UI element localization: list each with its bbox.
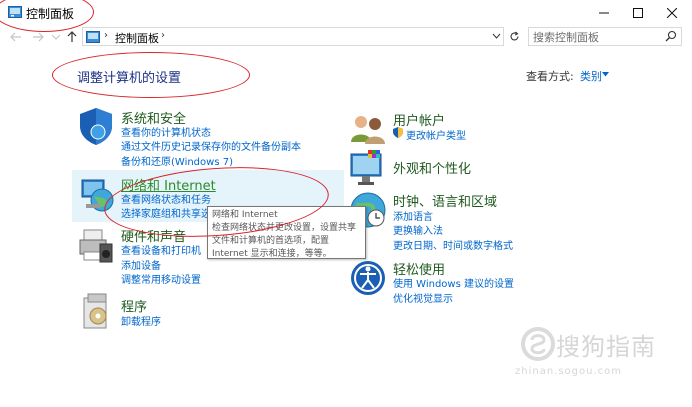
link-add-language[interactable]: 添加语言 <box>393 208 433 223</box>
minimize-icon <box>599 12 609 14</box>
window-title: 控制面板 <box>26 7 75 21</box>
address-bar[interactable]: › 控制面板 › <box>82 27 504 46</box>
chevron-down-icon[interactable] <box>492 29 501 43</box>
link-add-device[interactable]: 添加设备 <box>121 257 161 272</box>
accessibility-icon[interactable] <box>348 258 388 298</box>
link-devices-printers[interactable]: 查看设备和打印机 <box>121 242 201 257</box>
breadcrumb-control-panel[interactable]: 控制面板 <box>115 30 159 46</box>
maximize-button[interactable] <box>622 0 654 26</box>
back-button[interactable] <box>8 28 24 46</box>
search-input[interactable] <box>533 29 663 45</box>
network-tooltip: 网络和 Internet 检查网络状态并更改设置，设置共享 文件和计算机的首选项… <box>207 206 366 259</box>
forward-button[interactable] <box>30 28 46 46</box>
programs-icon[interactable] <box>78 292 118 332</box>
link-backup-restore[interactable]: 备份和还原(Windows 7) <box>121 153 233 168</box>
up-arrow-icon <box>67 31 77 42</box>
maximize-icon <box>633 8 643 18</box>
network-globe-icon[interactable] <box>76 174 116 214</box>
control-panel-icon <box>8 6 22 18</box>
link-change-account-type[interactable]: 更改帐户类型 <box>406 127 466 142</box>
link-mobility-settings[interactable]: 调整常用移动设置 <box>121 271 201 286</box>
refresh-button[interactable] <box>506 27 522 46</box>
printer-icon[interactable] <box>76 226 116 266</box>
users-icon[interactable] <box>348 110 388 150</box>
search-box[interactable] <box>528 27 682 46</box>
link-windows-recommended-settings[interactable]: 使用 Windows 建议的设置 <box>393 275 514 290</box>
chevron-down-icon <box>52 34 60 40</box>
link-homegroup-sharing[interactable]: 选择家庭组和共享选 <box>121 205 211 220</box>
link-change-input-method[interactable]: 更换输入法 <box>393 222 443 237</box>
breadcrumb-separator[interactable]: › <box>161 30 165 41</box>
up-button[interactable] <box>64 28 80 46</box>
tooltip-line: Internet 显示和连接，等等。 <box>212 249 332 259</box>
control-panel-icon <box>86 31 100 43</box>
view-by-label: 查看方式: <box>526 70 574 83</box>
refresh-icon <box>509 31 519 41</box>
link-network-status[interactable]: 查看网络状态和任务 <box>121 191 211 206</box>
view-by-dropdown[interactable]: 类别 <box>580 68 602 84</box>
chevron-down-icon[interactable] <box>602 72 609 77</box>
breadcrumb-separator[interactable]: › <box>104 30 108 41</box>
search-icon[interactable] <box>665 30 677 42</box>
link-optimize-visual-display[interactable]: 优化视觉显示 <box>393 290 453 305</box>
title-bar: 控制面板 <box>0 0 692 27</box>
watermark-url: zhinan.sogou.com <box>515 366 623 377</box>
page-title: 调整计算机的设置 <box>77 71 182 86</box>
link-file-history[interactable]: 通过文件历史记录保存你的文件备份副本 <box>121 138 301 153</box>
tooltip-line: 网络和 Internet <box>212 210 278 220</box>
forward-arrow-icon <box>33 32 44 42</box>
shield-icon <box>393 127 403 138</box>
navigation-bar: › 控制面板 › <box>0 27 692 47</box>
watermark-text: 搜狗指南 <box>556 333 656 361</box>
link-view-computer-status[interactable]: 查看你的计算机状态 <box>121 124 211 139</box>
shield-icon[interactable] <box>76 106 116 146</box>
appearance-title[interactable]: 外观和个性化 <box>393 158 471 177</box>
link-change-date-format[interactable]: 更改日期、时间或数字格式 <box>393 237 513 252</box>
tooltip-line: 文件和计算机的首选项，配置 <box>212 236 330 246</box>
back-arrow-icon <box>10 32 21 42</box>
close-icon <box>667 8 677 18</box>
tooltip-line: 检查网络状态并更改设置，设置共享 <box>212 223 357 233</box>
minimize-button[interactable] <box>588 0 620 26</box>
link-uninstall-program[interactable]: 卸载程序 <box>121 313 161 328</box>
close-button[interactable] <box>656 0 688 26</box>
recent-locations-button[interactable] <box>48 28 64 46</box>
appearance-monitor-icon[interactable] <box>348 148 388 188</box>
